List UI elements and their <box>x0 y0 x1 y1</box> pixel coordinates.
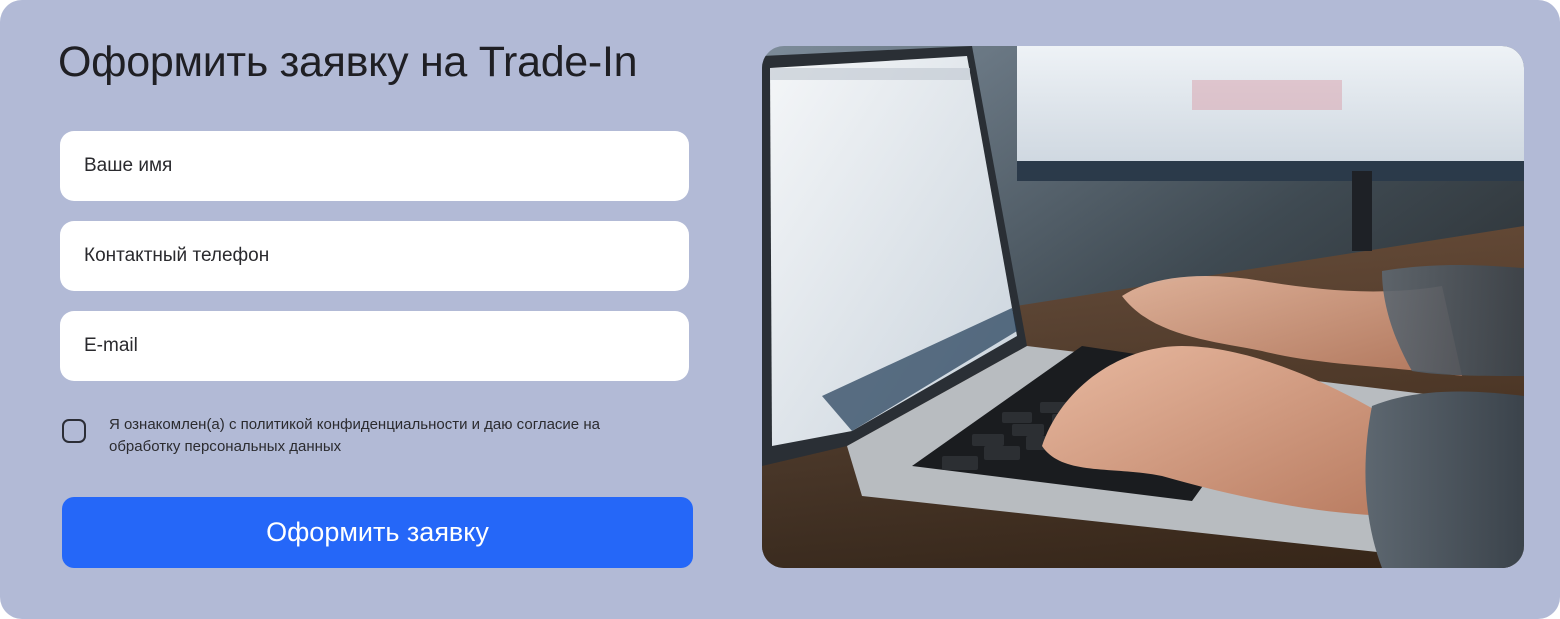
submit-button[interactable]: Оформить заявку <box>62 497 693 568</box>
phone-input-placeholder: Контактный телефон <box>84 245 270 266</box>
laptop-typing-photo <box>762 46 1524 568</box>
submit-button-label: Оформить заявку <box>266 517 489 547</box>
consent-checkbox[interactable] <box>62 419 86 443</box>
email-input[interactable]: E-mail <box>60 311 689 381</box>
email-input-placeholder: E-mail <box>84 335 138 356</box>
phone-input[interactable]: Контактный телефон <box>60 221 689 291</box>
trade-in-request-card: Оформить заявку на Trade-In Ваше имя Кон… <box>0 0 1560 619</box>
name-input[interactable]: Ваше имя <box>60 131 689 201</box>
consent-text: Я ознакомлен(а) с политикой конфиденциал… <box>109 416 600 455</box>
form-title: Оформить заявку на Trade-In <box>58 38 638 86</box>
name-input-placeholder: Ваше имя <box>84 155 173 176</box>
